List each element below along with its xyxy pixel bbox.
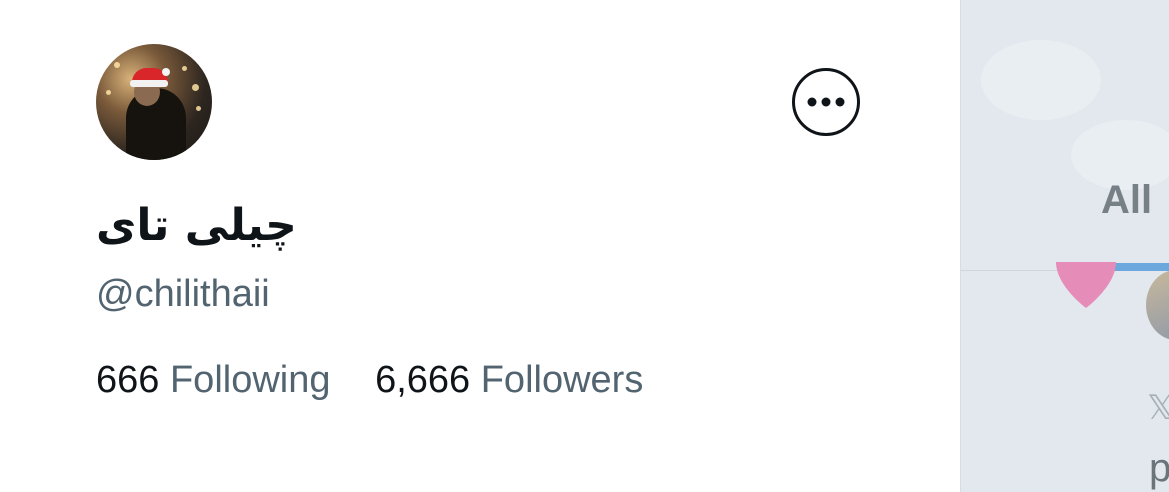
following-count: 666 <box>96 359 160 401</box>
following-label: Following <box>169 359 331 401</box>
x-logo-icon: 𝕏 <box>1147 388 1169 428</box>
side-avatar[interactable] <box>1146 270 1169 340</box>
following-link[interactable]: 666 Following <box>96 356 331 404</box>
follow-stats: 666 Following 6,666 Followers <box>96 356 677 404</box>
heart-icon <box>1056 262 1116 308</box>
display-name: چیلی تای <box>96 200 297 251</box>
followers-link[interactable]: 6,666 Followers <box>375 356 643 404</box>
more-horizontal-icon <box>807 97 845 107</box>
avatar[interactable] <box>96 44 212 160</box>
user-handle: @chilithaii <box>96 273 270 315</box>
truncated-text: p <box>1149 446 1169 491</box>
tab-all[interactable]: All <box>1101 178 1152 223</box>
more-options-button[interactable] <box>792 68 860 136</box>
followers-count: 6,666 <box>375 359 471 401</box>
followers-label: Followers <box>480 359 644 401</box>
side-panel: All 𝕏 p <box>960 0 1169 492</box>
profile-header: چیلی تای @chilithaii 666 Following 6,666… <box>0 0 960 492</box>
